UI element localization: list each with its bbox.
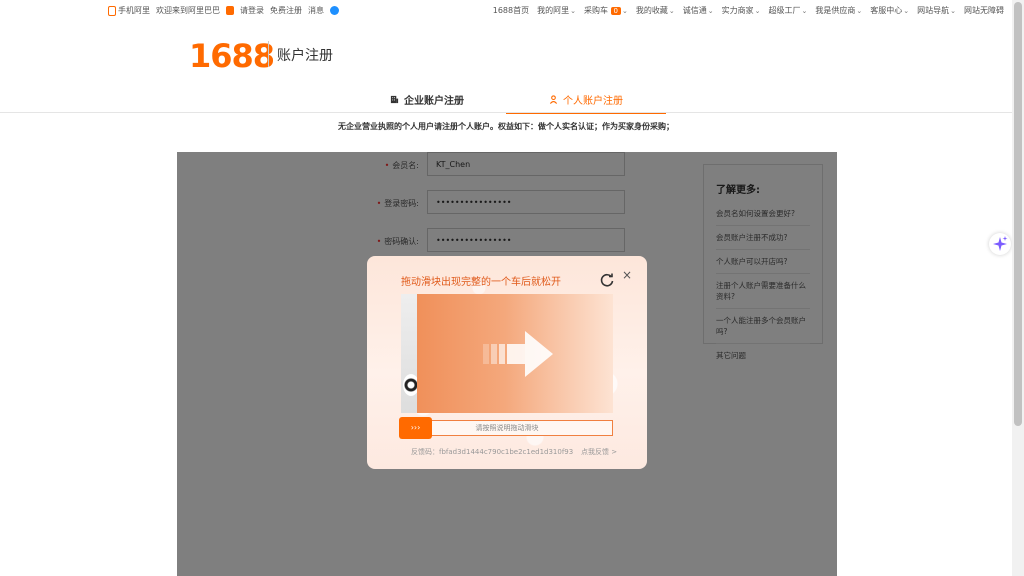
registration-tabs: 企业账户注册 个人账户注册 [348, 86, 668, 114]
sparkle-icon [993, 236, 1008, 251]
page-title: 账户注册 [277, 48, 333, 64]
accessible-link[interactable]: 网站无障碍 [964, 5, 1004, 16]
chevron-down-icon: ⌄ [950, 7, 956, 15]
feedback-link[interactable]: 点我反馈 > [581, 447, 617, 457]
puzzle-background [417, 294, 613, 413]
supplier-label: 我是供应商 [815, 6, 856, 15]
slider-track[interactable]: 请按照说明拖动滑块 [401, 420, 613, 436]
tab-personal-label: 个人账户注册 [563, 95, 623, 107]
chevron-down-icon: ⌄ [754, 7, 761, 15]
slider-captcha-modal: 拖动滑块出现完整的一个车后就松开 × 请按照说明拖动滑块 ››› 反馈码：fbf… [367, 256, 647, 469]
cart-label: 采购车 [583, 6, 608, 15]
building-icon [390, 95, 399, 103]
cart-count-badge: 0 [610, 7, 621, 15]
captcha-image [401, 294, 613, 413]
favorites-menu[interactable]: 我的收藏⌄ [636, 5, 675, 16]
chengxin-menu[interactable]: 诚信通⌄ [683, 5, 714, 16]
factory-menu[interactable]: 超级工厂⌄ [769, 5, 808, 16]
chevron-down-icon: ⌄ [622, 7, 628, 15]
tab-enterprise[interactable]: 企业账户注册 [348, 86, 506, 112]
person-icon [549, 94, 558, 104]
service-label: 客服中心 [870, 6, 903, 15]
chevron-down-icon: ⌄ [801, 7, 808, 15]
slider-handle[interactable]: ››› [399, 417, 432, 439]
tab-enterprise-label: 企业账户注册 [404, 95, 464, 107]
ai-assistant-button[interactable] [989, 233, 1011, 255]
login-link[interactable]: 请登录 [240, 5, 264, 16]
header-divider [0, 112, 1012, 113]
welcome-text: 欢迎来到阿里巴巴 [156, 6, 220, 15]
captcha-instruction: 拖动滑块出现完整的一个车后就松开 [401, 277, 561, 288]
home-link[interactable]: 1688首页 [493, 5, 529, 16]
merchants-label: 实力商家 [721, 6, 754, 15]
chevron-down-icon: ⌄ [903, 7, 910, 15]
chengxin-label: 诚信通 [682, 6, 707, 15]
chevron-down-icon: ⌄ [707, 7, 714, 15]
mobile-link[interactable]: 手机阿里 [108, 5, 150, 16]
chevron-down-icon: ⌄ [668, 7, 675, 15]
my-ali-menu[interactable]: 我的阿里⌄ [537, 5, 576, 16]
tab-personal[interactable]: 个人账户注册 [506, 86, 666, 114]
message-bubble-icon[interactable] [330, 6, 339, 15]
topbar-right: 1688首页 我的阿里⌄ 采购车 0 ⌄ 我的收藏⌄ 诚信通⌄ 实力商家⌄ 超级工… [493, 5, 1004, 16]
my-ali-label: 我的阿里 [537, 6, 570, 15]
logo[interactable]: 1688 [189, 37, 275, 75]
cart-link[interactable]: 采购车 0 ⌄ [584, 5, 628, 16]
favorites-label: 我的收藏 [635, 6, 668, 15]
feedback-code: 反馈码：fbfad3d1444c790c1be2c1ed1d310f93 [411, 448, 574, 456]
topbar-left: 手机阿里 欢迎来到阿里巴巴 请登录 免费注册 消息 [108, 5, 339, 16]
register-link[interactable]: 免费注册 [270, 5, 302, 16]
service-menu[interactable]: 客服中心⌄ [870, 5, 909, 16]
chevron-down-icon: ⌄ [570, 7, 576, 15]
scrollbar-thumb[interactable] [1014, 2, 1022, 426]
captcha-slider: 请按照说明拖动滑块 ››› [399, 417, 613, 439]
phone-icon [108, 5, 116, 16]
logo-divider [268, 41, 269, 67]
user-icon [226, 6, 234, 15]
slider-hint: 请按照说明拖动滑块 [475, 424, 539, 432]
supplier-menu[interactable]: 我是供应商⌄ [815, 5, 862, 16]
refresh-icon[interactable] [599, 272, 615, 288]
messages-link[interactable]: 消息 [308, 5, 324, 16]
factory-label: 超级工厂 [768, 6, 801, 15]
page-scrollbar[interactable] [1012, 0, 1024, 576]
registration-notice: 无企业营业执照的个人用户请注册个人账户。权益如下：做个人实名认证；作为买家身份采… [338, 122, 674, 131]
chevron-down-icon: ⌄ [856, 7, 863, 15]
close-icon[interactable]: × [622, 268, 632, 282]
merchants-menu[interactable]: 实力商家⌄ [722, 5, 761, 16]
mobile-label: 手机阿里 [118, 6, 150, 15]
sitemap-menu[interactable]: 网站导航⌄ [917, 5, 956, 16]
top-bar: 手机阿里 欢迎来到阿里巴巴 请登录 免费注册 消息 1688首页 我的阿里⌄ 采… [0, 0, 1012, 20]
sitemap-label: 网站导航 [917, 6, 950, 15]
arrow-right-icon [483, 331, 553, 377]
